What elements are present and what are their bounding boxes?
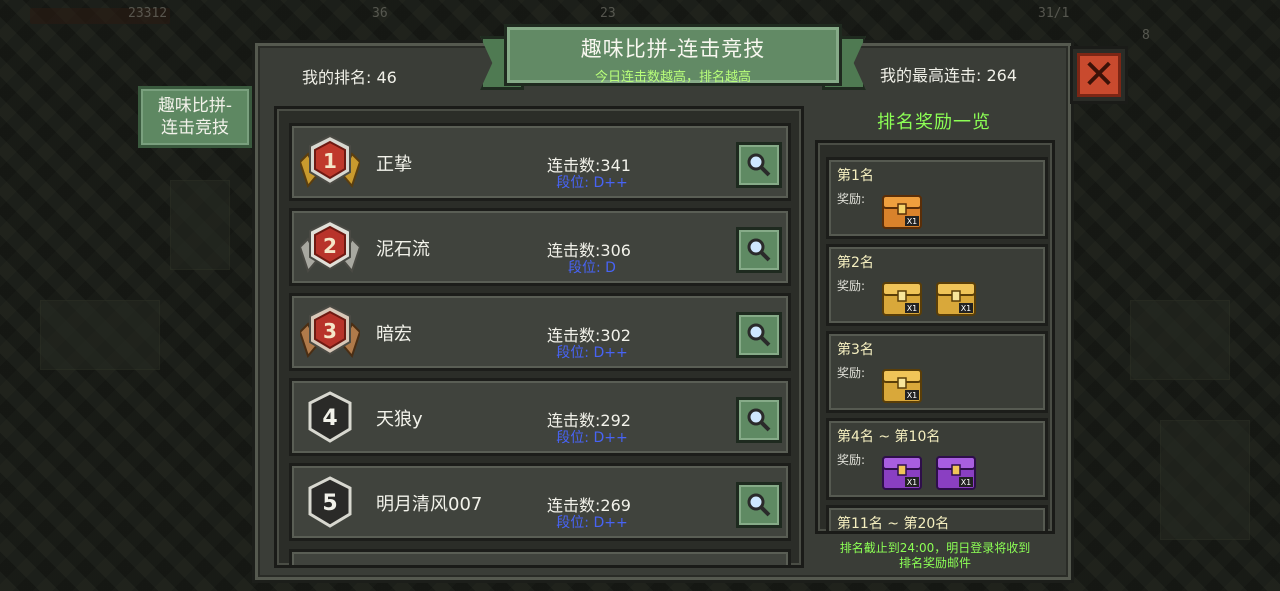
view-player-button[interactable] <box>736 397 782 443</box>
player-name: 正挚 <box>376 154 412 175</box>
purple-chest-icon[interactable]: X1 <box>933 447 979 493</box>
hud-value-2: 23 <box>600 6 616 21</box>
reward-label: 奖励: <box>837 279 866 293</box>
close-icon: ✕ <box>1077 53 1121 97</box>
rank-1-medal-icon: 1 <box>298 134 362 190</box>
my-rank-label: 我的排名: 46 <box>302 68 397 87</box>
reward-rank-range: 第3名 <box>837 342 874 358</box>
ranking-row: 2 泥石流 连击数:306 段位: D <box>289 208 791 286</box>
svg-text:X1: X1 <box>907 217 918 226</box>
rank-3-number: 3 <box>323 319 337 343</box>
rewards-list[interactable]: 第1名 奖励: X1 第2名 奖励: X1 X1 第3名 奖励: X1 第4名 … <box>815 140 1055 534</box>
tier-label: 段位: D++ <box>556 345 628 361</box>
magnifier-icon <box>747 408 771 432</box>
hud-gold-value: 23312 <box>128 6 168 21</box>
view-player-button[interactable] <box>736 312 782 358</box>
rank-4-number: 4 <box>322 406 337 431</box>
orange-chest-icon[interactable]: X1 <box>879 186 925 232</box>
side-tab-line-2: 连击竞技 <box>161 118 229 138</box>
svg-text:X1: X1 <box>907 391 918 400</box>
ranking-row: 3 暗宏 连击数:302 段位: D++ <box>289 293 791 371</box>
side-tab-line-1: 趣味比拼- <box>157 96 233 116</box>
rewards-title: 排名奖励一览 <box>877 112 991 133</box>
reward-card: 第11名 ~ 第20名 <box>826 505 1048 532</box>
rank-1-number: 1 <box>323 149 337 173</box>
gold-chest-icon[interactable]: X1 <box>933 273 979 319</box>
gold-chest-icon[interactable]: X1 <box>879 360 925 406</box>
ranking-row: 1 正挚 连击数:341 段位: D++ <box>289 123 791 201</box>
magnifier-icon <box>747 323 771 347</box>
ranking-row-partial <box>289 549 791 565</box>
rank-2-medal-icon: 2 <box>298 219 362 275</box>
reward-card: 第2名 奖励: X1 X1 <box>826 244 1048 326</box>
tier-label: 段位: D++ <box>556 175 628 191</box>
rank-2-number: 2 <box>323 234 337 258</box>
page-subtitle: 今日连击数越高，排名越高 <box>594 70 751 85</box>
banner-plate: 趣味比拼-连击竞技 今日连击数越高，排名越高 <box>504 24 842 86</box>
reward-card: 第4名 ~ 第10名 奖励: X1 X1 <box>826 418 1048 500</box>
magnifier-icon <box>747 493 771 517</box>
rewards-note-line-2: 排名奖励邮件 <box>898 556 971 570</box>
magnifier-icon <box>747 153 771 177</box>
rank-4-badge-icon: 4 <box>300 389 360 445</box>
gold-chest-icon[interactable]: X1 <box>879 273 925 319</box>
reward-label: 奖励: <box>837 453 866 467</box>
ranking-row: 4 天狼y 连击数:292 段位: D++ <box>289 378 791 456</box>
page-title: 趣味比拼-连击竞技 <box>580 37 766 61</box>
background-furniture <box>1160 420 1250 540</box>
rewards-note: 排名截止到24:00，明日登录将收到 排名奖励邮件 <box>812 541 1058 571</box>
reward-rank-range: 第1名 <box>837 168 874 184</box>
player-name: 天狼y <box>376 409 423 430</box>
tier-label: 段位: D <box>568 260 616 276</box>
reward-label: 奖励: <box>837 366 866 380</box>
reward-card: 第3名 奖励: X1 <box>826 331 1048 413</box>
title-banner: 趣味比拼-连击竞技 今日连击数越高，排名越高 <box>480 24 866 94</box>
rewards-note-line-1: 排名截止到24:00，明日登录将收到 <box>839 541 1031 555</box>
reward-rank-range: 第2名 <box>837 255 874 271</box>
rank-5-number: 5 <box>322 491 337 516</box>
reward-card: 第1名 奖励: X1 <box>826 157 1048 239</box>
ranking-row: 5 明月清风007 连击数:269 段位: D++ <box>289 463 791 541</box>
side-tab-combo-contest[interactable]: 趣味比拼- 连击竞技 <box>138 86 252 148</box>
tier-label: 段位: D++ <box>556 430 628 446</box>
rank-3-medal-icon: 3 <box>298 304 362 360</box>
reward-label: 奖励: <box>837 192 866 206</box>
rank-5-badge-icon: 5 <box>300 474 360 530</box>
hud-value-1: 36 <box>372 6 388 21</box>
hud-value-4: 8 <box>1142 28 1150 43</box>
background-furniture <box>40 300 160 370</box>
svg-text:X1: X1 <box>961 304 972 313</box>
view-player-button[interactable] <box>736 142 782 188</box>
svg-text:X1: X1 <box>907 304 918 313</box>
hud-value-3: 31/1 <box>1038 6 1070 21</box>
reward-rank-range: 第4名 ~ 第10名 <box>837 429 941 445</box>
player-name: 明月清风007 <box>376 494 483 515</box>
tier-label: 段位: D++ <box>556 515 628 531</box>
svg-text:X1: X1 <box>907 478 918 487</box>
reward-rank-range: 第11名 ~ 第20名 <box>837 516 950 532</box>
close-button[interactable]: ✕ <box>1070 46 1128 104</box>
my-best-combo-label: 我的最高连击: 264 <box>880 66 1018 85</box>
player-name: 暗宏 <box>376 324 412 345</box>
ranking-list[interactable]: 1 正挚 连击数:341 段位: D++ 2 泥石流 连击数:306 段位: D <box>274 106 804 568</box>
svg-text:X1: X1 <box>961 478 972 487</box>
purple-chest-icon[interactable]: X1 <box>879 447 925 493</box>
player-name: 泥石流 <box>376 239 430 260</box>
view-player-button[interactable] <box>736 482 782 528</box>
background-furniture <box>170 180 230 270</box>
background-furniture <box>1130 300 1230 380</box>
magnifier-icon <box>747 238 771 262</box>
view-player-button[interactable] <box>736 227 782 273</box>
